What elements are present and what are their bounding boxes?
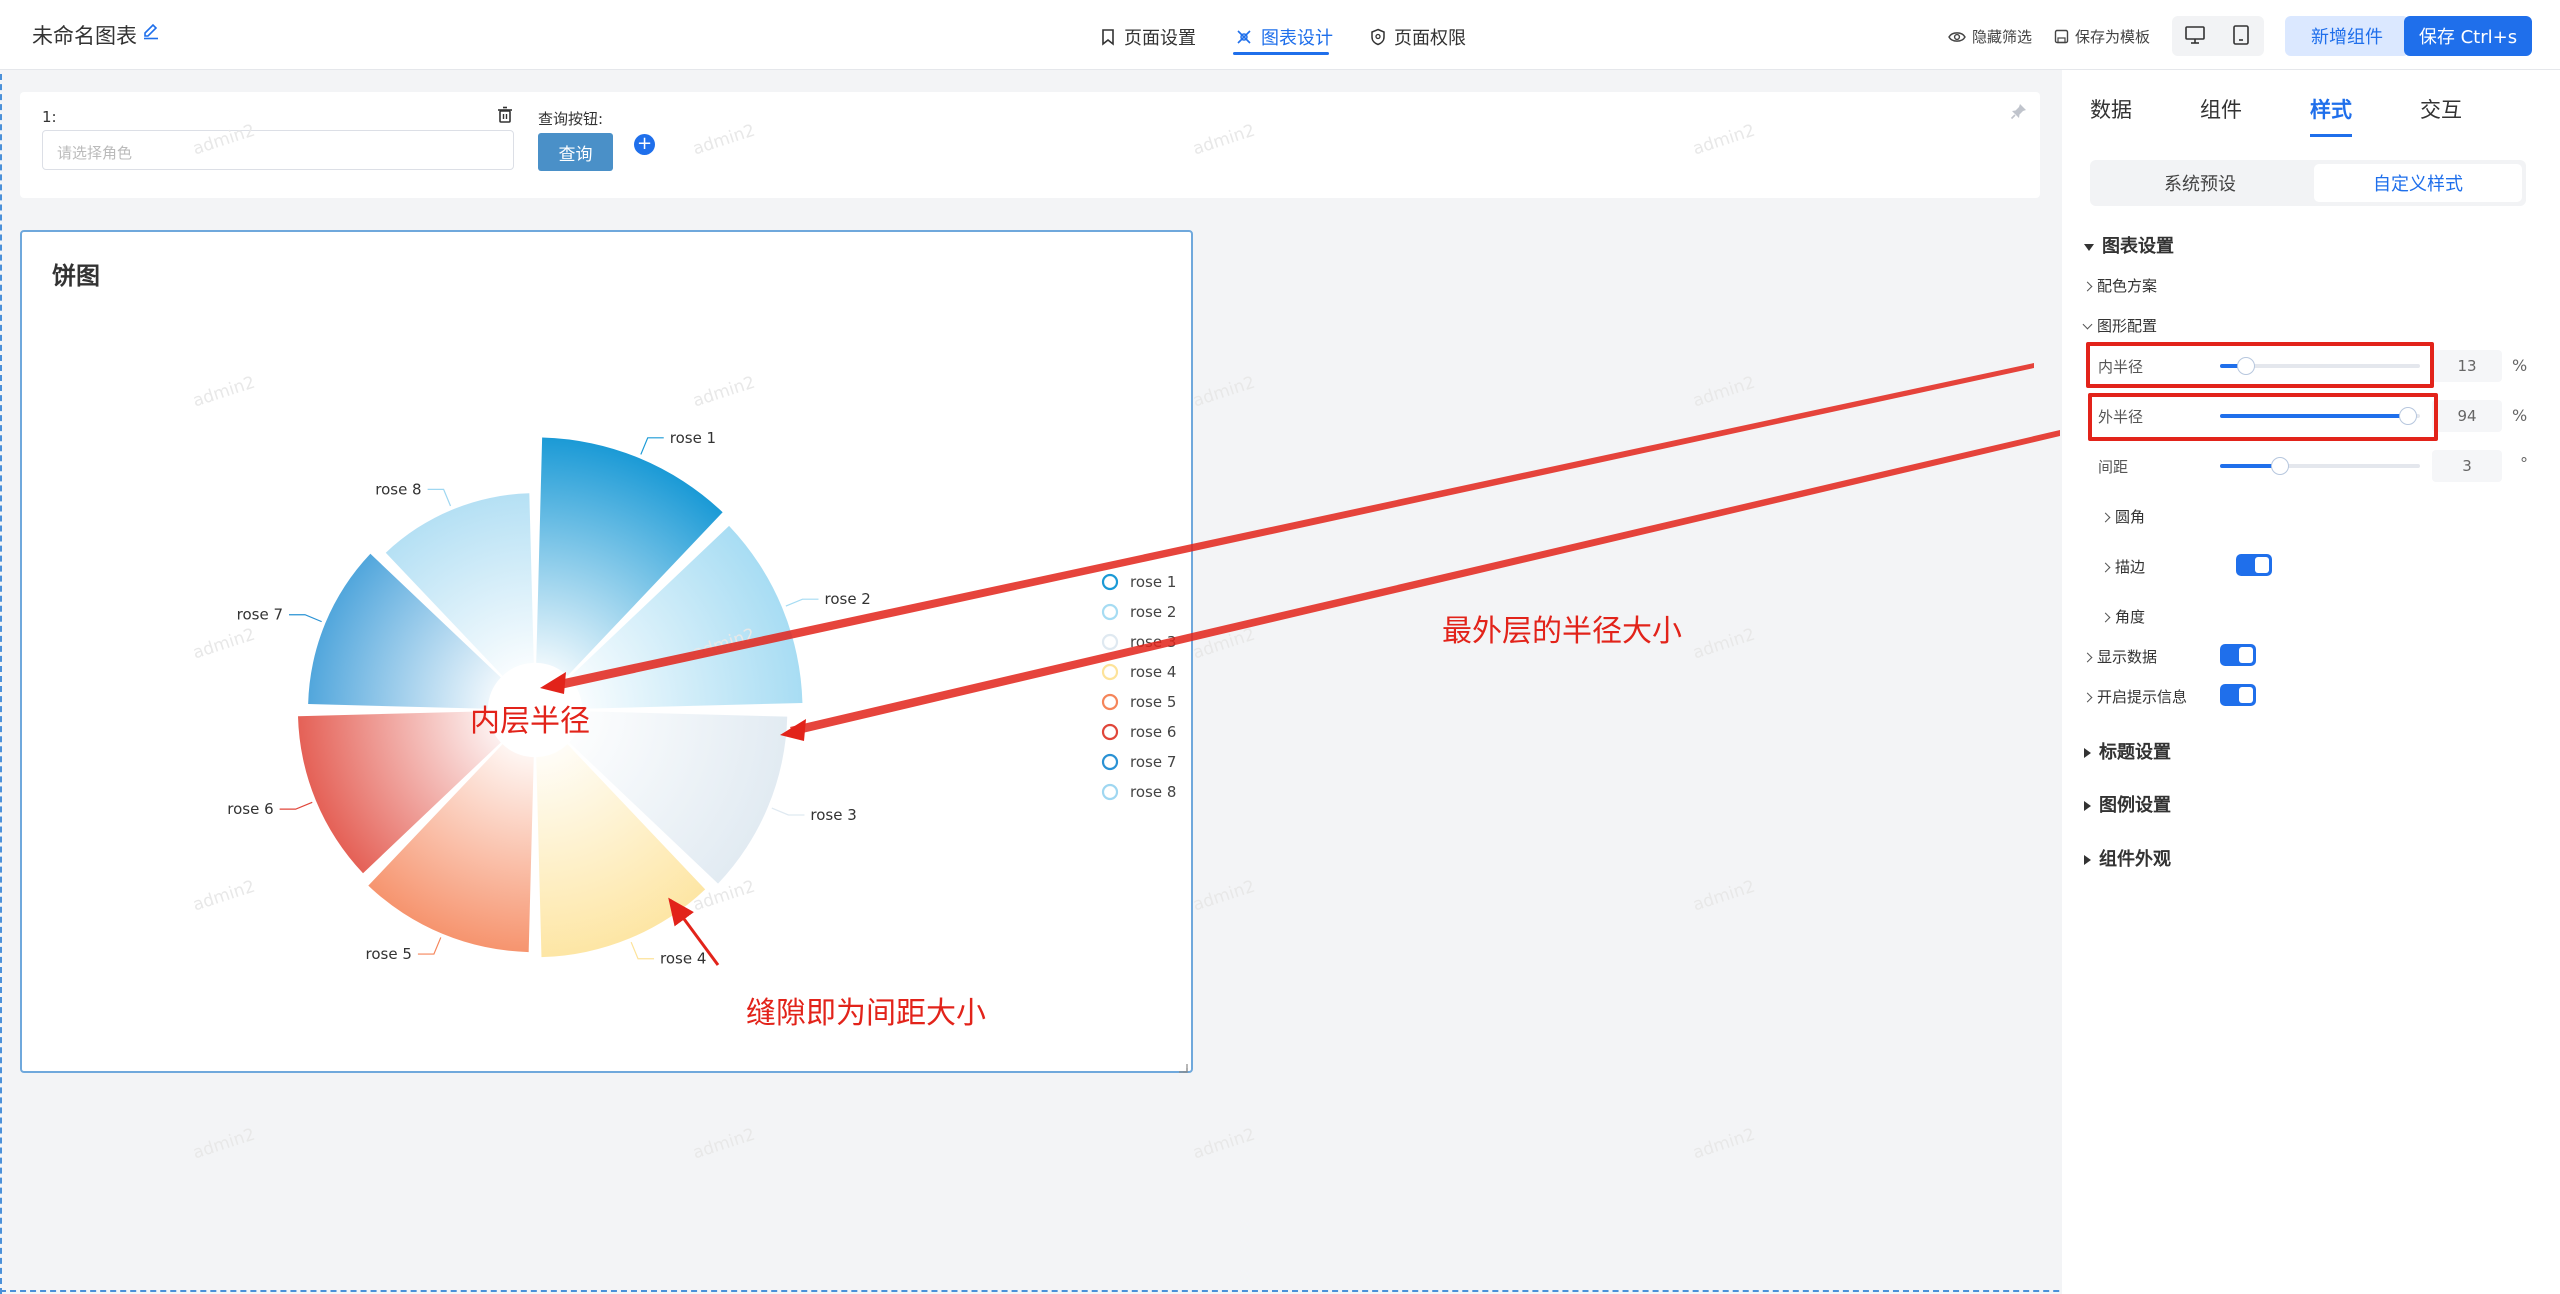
inner-radius-arrow-beam — [550, 363, 2034, 690]
annotation-inner-radius: 内层半径 — [470, 704, 590, 739]
annotation-arrows — [540, 363, 2060, 966]
annotation-gap: 缝隙即为间距大小 — [746, 996, 986, 1031]
outer-radius-arrow-beam — [790, 430, 2060, 735]
inner-radius-arrow-head — [540, 672, 566, 694]
outer-radius-arrow-head — [780, 719, 806, 741]
annotation-outer-radius: 最外层的半径大小 — [1442, 614, 1682, 649]
gap-arrow — [668, 897, 720, 966]
